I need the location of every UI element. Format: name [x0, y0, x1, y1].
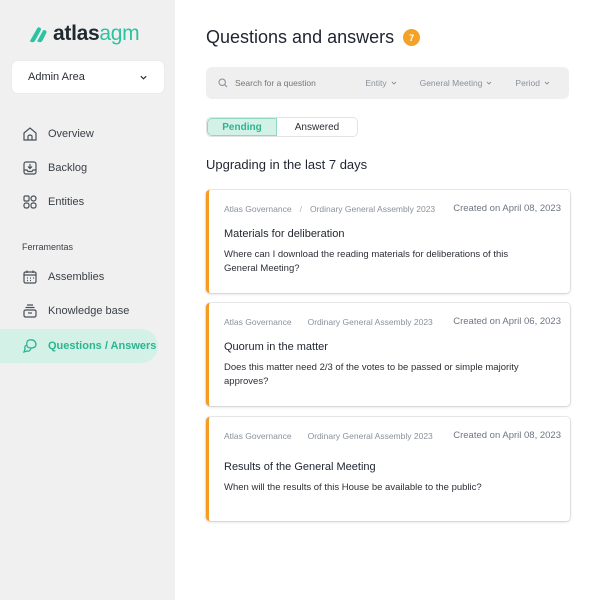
- question-title: Results of the General Meeting: [224, 461, 376, 473]
- atlas-logo-icon: [29, 27, 47, 43]
- filter-label: Period: [515, 78, 540, 88]
- sidebar-section-label: Ferramentas: [22, 242, 74, 252]
- question-body: When will the results of this House be a…: [224, 482, 482, 493]
- sidebar-item-label: Assemblies: [48, 271, 105, 283]
- chat-bubbles-icon: [22, 339, 37, 354]
- search-input[interactable]: [235, 78, 350, 88]
- question-card[interactable]: Atlas Governance Ordinary General Assemb…: [206, 417, 570, 521]
- filter-general-meeting-dropdown[interactable]: General Meeting: [420, 78, 500, 88]
- breadcrumb-meeting[interactable]: Ordinary General Assembly 2023: [310, 204, 435, 214]
- breadcrumb-separator: /: [299, 204, 302, 214]
- inbox-download-icon: [23, 161, 37, 175]
- question-title: Quorum in the matter: [224, 341, 328, 353]
- filter-entity-dropdown[interactable]: Entity: [365, 78, 403, 88]
- home-icon: [23, 127, 37, 141]
- sidebar-item-questions-answers[interactable]: Questions / Answers: [0, 329, 158, 363]
- breadcrumb: Atlas Governance / Ordinary General Asse…: [224, 204, 435, 214]
- question-card[interactable]: Atlas Governance / Ordinary General Asse…: [206, 190, 570, 293]
- page-title-text: Questions and answers: [206, 27, 395, 47]
- breadcrumb: Atlas Governance Ordinary General Assemb…: [224, 431, 433, 441]
- filter-label: General Meeting: [419, 78, 483, 88]
- filter-period-dropdown[interactable]: Period: [515, 78, 557, 88]
- main-content: Questions and answers 7 Entity General M…: [175, 0, 600, 600]
- filter-label: Entity: [365, 78, 387, 88]
- logo-text-agm: agm: [99, 22, 140, 45]
- created-date: Created on April 06, 2023: [453, 316, 561, 327]
- logo-text: atlasagm: [53, 22, 140, 46]
- sidebar-item-label: Knowledge base: [48, 305, 130, 317]
- grid-shapes-icon: [23, 195, 37, 209]
- chevron-down-icon: [544, 81, 550, 85]
- area-select-label: Admin Area: [28, 71, 85, 83]
- logo-text-atlas: atlas: [53, 22, 100, 45]
- tab-pending[interactable]: Pending: [207, 118, 277, 136]
- breadcrumb-meeting[interactable]: Ordinary General Assembly 2023: [308, 431, 433, 441]
- sidebar-item-backlog[interactable]: Backlog: [0, 151, 158, 185]
- count-badge: 7: [403, 29, 421, 46]
- calendar-icon: [23, 270, 37, 284]
- sidebar-item-label: Backlog: [48, 162, 88, 174]
- breadcrumb-entity[interactable]: Atlas Governance: [224, 204, 292, 214]
- question-body: Does this matter need 2/3 of the votes t…: [224, 362, 519, 387]
- chevron-down-icon: [391, 81, 396, 85]
- search-bar: Entity General Meeting Period: [206, 67, 569, 99]
- area-select-dropdown[interactable]: Admin Area: [12, 61, 164, 93]
- sidebar: atlasagm Admin Area Overview Backlog Ent…: [0, 0, 175, 600]
- section-title: Upgrading in the last 7 days: [206, 157, 368, 172]
- logo[interactable]: atlasagm: [27, 22, 140, 46]
- chevron-down-icon: [487, 81, 492, 85]
- tab-answered[interactable]: Answered: [277, 118, 357, 136]
- created-date: Created on April 08, 2023: [453, 203, 561, 214]
- question-card[interactable]: Atlas Governance Ordinary General Assemb…: [206, 303, 570, 406]
- archive-icon: [23, 304, 37, 318]
- question-title: Materials for deliberation: [224, 228, 345, 240]
- chevron-down-icon: [140, 75, 147, 80]
- created-date: Created on April 08, 2023: [453, 430, 561, 441]
- status-tabs: Pending Answered: [206, 117, 358, 137]
- sidebar-item-entities[interactable]: Entities: [0, 185, 158, 219]
- breadcrumb-entity[interactable]: Atlas Governance: [224, 431, 292, 441]
- question-body: Where can I download the reading materia…: [224, 249, 509, 274]
- sidebar-item-label: Entities: [48, 196, 85, 208]
- breadcrumb-meeting[interactable]: Ordinary General Assembly 2023: [308, 317, 433, 327]
- breadcrumb: Atlas Governance Ordinary General Assemb…: [224, 317, 433, 327]
- sidebar-item-label: Overview: [48, 128, 94, 140]
- sidebar-item-knowledge-base[interactable]: Knowledge base: [0, 294, 158, 328]
- breadcrumb-entity[interactable]: Atlas Governance: [224, 317, 292, 327]
- sidebar-item-overview[interactable]: Overview: [0, 117, 158, 151]
- sidebar-item-assemblies[interactable]: Assemblies: [0, 260, 158, 294]
- page-title: Questions and answers 7: [206, 27, 421, 48]
- sidebar-item-label: Questions / Answers: [48, 340, 157, 352]
- search-icon: [218, 78, 228, 88]
